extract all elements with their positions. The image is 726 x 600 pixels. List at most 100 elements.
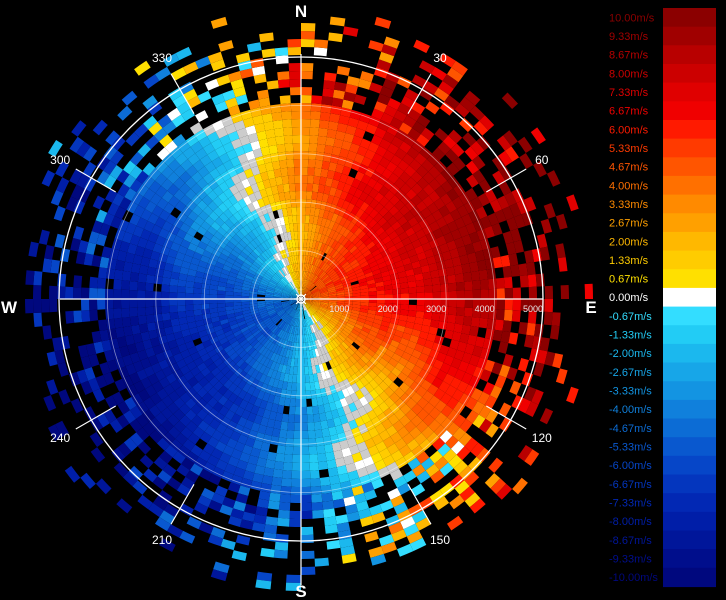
legend-label: -2.00m/s (609, 348, 652, 360)
velocity-cell (512, 299, 521, 311)
velocity-cell (288, 414, 295, 423)
velocity-cell (193, 304, 202, 311)
legend-label: -6.00m/s (609, 460, 652, 472)
velocity-cell (439, 275, 449, 285)
velocity-cell (287, 39, 301, 48)
velocity-cell (472, 289, 482, 299)
velocity-cell (169, 305, 178, 313)
velocity-cell (408, 286, 417, 294)
legend-label: 3.33m/s (609, 199, 649, 211)
legend-label: -6.67m/s (609, 479, 652, 491)
velocity-cell (310, 103, 322, 112)
velocity-cell (448, 290, 458, 299)
velocity-cell (478, 269, 488, 281)
legend-swatch (663, 138, 716, 158)
velocity-cell (161, 305, 170, 314)
velocity-cell (283, 454, 293, 463)
velocity-cell (448, 282, 457, 292)
velocity-cell (416, 286, 425, 293)
velocity-cell (293, 438, 301, 447)
velocity-cell (560, 285, 569, 299)
velocity-cell (216, 299, 226, 304)
velocity-cell (153, 299, 162, 307)
velocity-cell (33, 312, 43, 327)
velocity-cell (461, 263, 471, 274)
velocity-cell (407, 310, 417, 318)
velocity-cell (286, 430, 295, 439)
velocity-cell (276, 143, 286, 153)
velocity-cell (301, 62, 314, 72)
velocity-cell (584, 283, 593, 299)
velocity-cell (292, 126, 301, 136)
velocity-cell (292, 446, 301, 456)
velocity-cell (318, 127, 328, 137)
velocity-cell (301, 390, 307, 400)
velocity-cell (486, 268, 496, 280)
azimuth-label: 210 (152, 533, 172, 547)
velocity-cell (316, 143, 326, 153)
velocity-cell (294, 406, 301, 415)
velocity-cell (301, 470, 311, 480)
velocity-cell (313, 47, 328, 57)
velocity-cell (317, 135, 327, 145)
velocity-cell (266, 80, 279, 90)
velocity-cell (326, 459, 337, 469)
velocity-cell (415, 311, 425, 319)
velocity-cell (281, 413, 289, 423)
velocity-cell (503, 276, 513, 289)
velocity-cell (280, 103, 292, 112)
velocity-cell (301, 111, 311, 120)
velocity-cell (136, 299, 146, 308)
velocity-cell (289, 79, 301, 88)
velocity-cell (440, 291, 449, 299)
velocity-cell (447, 314, 457, 324)
legend-swatch (663, 325, 716, 345)
velocity-cell (311, 493, 323, 503)
velocity-cell (400, 299, 410, 305)
velocity-cell (137, 315, 147, 325)
velocity-cell (447, 274, 457, 284)
velocity-cell (265, 459, 276, 469)
velocity-cell (272, 468, 283, 478)
velocity-cell (448, 299, 458, 308)
range-label: 5000 (523, 304, 543, 314)
velocity-cell (283, 135, 293, 144)
velocity-cell (284, 446, 294, 455)
velocity-cell (456, 290, 466, 299)
velocity-cell (400, 287, 409, 294)
velocity-cell (456, 299, 466, 308)
radar-velocity-chart: N S W E 30 60 120 150 210 240 300 330 1000 2000 30… (0, 0, 726, 600)
velocity-cell (129, 272, 139, 282)
velocity-cell (97, 277, 107, 289)
velocity-cell (161, 312, 171, 321)
velocity-cell (453, 323, 463, 334)
legend-swatch (663, 26, 716, 46)
velocity-cell (113, 299, 122, 309)
velocity-cell (185, 292, 194, 299)
velocity-cell (518, 322, 528, 335)
velocity-cell (278, 79, 290, 89)
velocity-cell (208, 294, 218, 299)
velocity-cell (33, 299, 42, 313)
velocity-cell (169, 299, 178, 306)
velocity-cell (319, 476, 331, 486)
velocity-cell (113, 289, 122, 299)
velocity-cell (327, 121, 339, 131)
velocity-cell (81, 310, 91, 322)
velocity-cell (274, 127, 284, 137)
velocity-cell (161, 284, 170, 293)
velocity-cell (121, 280, 130, 290)
velocity-cell (283, 462, 293, 471)
velocity-cell (144, 299, 154, 308)
velocity-cell (313, 175, 321, 185)
velocity-cell (294, 183, 301, 192)
velocity-cell (519, 275, 529, 288)
velocity-cell (392, 288, 401, 295)
velocity-cell (280, 167, 288, 177)
velocity-cell (136, 290, 146, 299)
velocity-cell (169, 285, 178, 293)
velocity-cell (278, 509, 290, 519)
velocity-cell (80, 299, 90, 311)
velocity-cell (216, 294, 226, 299)
velocity-cell (502, 265, 512, 278)
